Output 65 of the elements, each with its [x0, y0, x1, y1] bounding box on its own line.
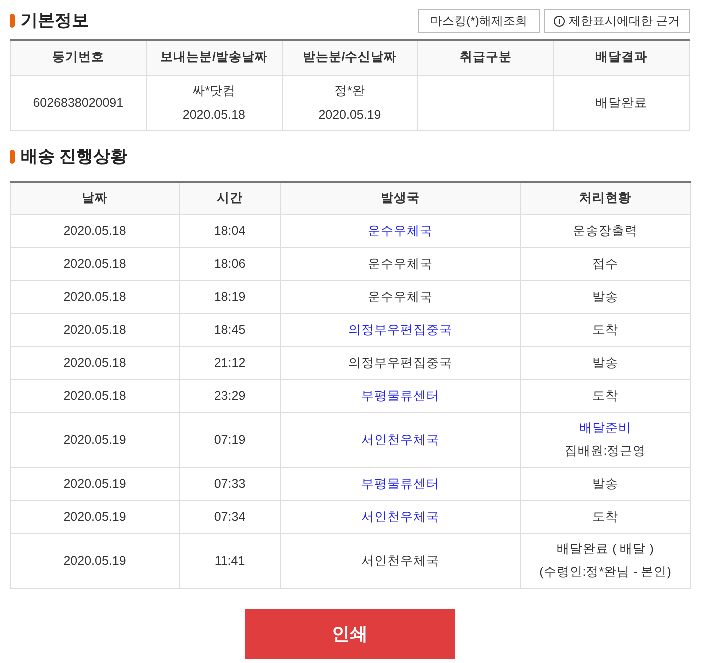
table-cell: 운송장출력 — [573, 224, 638, 238]
table-cell: 발송 — [592, 476, 618, 490]
table-cell: 18:45 — [214, 322, 246, 337]
column-header: 시간 — [217, 190, 243, 205]
table-cell: 2020.05.18 — [182, 108, 246, 122]
table-cell: 18:04 — [214, 224, 246, 238]
column-header: 보내는분/발송날짜 — [160, 50, 268, 64]
table-cell: 싸*닷컴 — [192, 84, 236, 98]
column-header: 처리현황 — [580, 190, 632, 205]
table-cell: 2020.05.18 — [64, 356, 126, 370]
column-header: 등기번호 — [52, 50, 104, 64]
table-cell: 07:19 — [214, 432, 246, 447]
toolbar-button[interactable]: 마스킹(*)해제조회 — [418, 9, 540, 33]
table-cell: 6026838020091 — [33, 96, 124, 110]
table-cell: 배달완료 — [596, 96, 648, 110]
table-cell: 의정부우편집중국 — [348, 356, 452, 370]
table-cell: 07:33 — [214, 476, 246, 491]
office-link[interactable]: 운수우체국 — [368, 224, 433, 238]
table-cell: 서인천우체국 — [362, 554, 440, 568]
table-cell: 2020.05.19 — [64, 476, 126, 491]
table-cell: 2020.05.18 — [64, 224, 126, 238]
heading-marker-icon — [10, 14, 15, 28]
table-cell: 18:19 — [214, 290, 246, 304]
table-cell: 11:41 — [214, 554, 246, 568]
table-cell: 정*완 — [334, 84, 366, 98]
toolbar-button[interactable]: 제한표시에대한 근거 — [544, 9, 690, 33]
table-cell: 2020.05.19 — [64, 432, 126, 447]
section-title: 기본정보 — [21, 10, 89, 32]
office-link[interactable]: 서인천우체국 — [362, 510, 440, 524]
print-button[interactable]: 인쇄 — [245, 609, 455, 659]
table-cell: 운수우체국 — [368, 256, 433, 271]
office-link[interactable]: 부평물류센터 — [362, 476, 440, 491]
table-cell: 발송 — [592, 356, 618, 370]
table-cell: 접수 — [592, 256, 618, 270]
office-link[interactable]: 서인천우체국 — [362, 432, 440, 447]
heading-marker-icon — [10, 150, 15, 164]
office-link[interactable]: 부평물류센터 — [362, 388, 440, 403]
table-cell: 발송 — [592, 290, 618, 304]
info-icon — [554, 16, 565, 26]
table-cell: 23:29 — [214, 388, 246, 403]
table-cell: 2020.05.19 — [64, 510, 126, 524]
table-cell: 2020.05.19 — [318, 108, 382, 122]
table-cell: 2020.05.18 — [64, 388, 126, 403]
table-cell: 집배원:정근영 — [564, 444, 646, 458]
table-cell: 21:12 — [214, 356, 246, 370]
table-cell: 18:06 — [214, 256, 246, 271]
status-link[interactable]: 배달준비 — [580, 421, 632, 435]
table-cell: 운수우체국 — [368, 290, 433, 304]
table-cell: 2020.05.18 — [64, 256, 126, 271]
column-header: 취급구분 — [460, 50, 512, 64]
table-cell: 07:34 — [214, 510, 246, 524]
table-cell: 배달완료 ( 배달 ) — [557, 542, 654, 556]
table-cell: (수령인:정*완님 - 본인) — [540, 565, 672, 579]
column-header: 날짜 — [82, 190, 108, 205]
table-cell: 도착 — [592, 510, 618, 524]
column-header: 발생국 — [381, 190, 420, 205]
section-title: 배송 진행상황 — [21, 146, 128, 168]
office-link[interactable]: 의정부우편집중국 — [348, 322, 452, 337]
table-cell: 도착 — [592, 322, 618, 336]
table-cell: 2020.05.19 — [64, 554, 126, 568]
table-cell: 2020.05.18 — [64, 290, 126, 304]
table-cell: 2020.05.18 — [64, 322, 126, 337]
column-header: 배달결과 — [596, 50, 648, 64]
table-cell: 도착 — [592, 388, 618, 402]
column-header: 받는분/수신날짜 — [302, 50, 398, 64]
